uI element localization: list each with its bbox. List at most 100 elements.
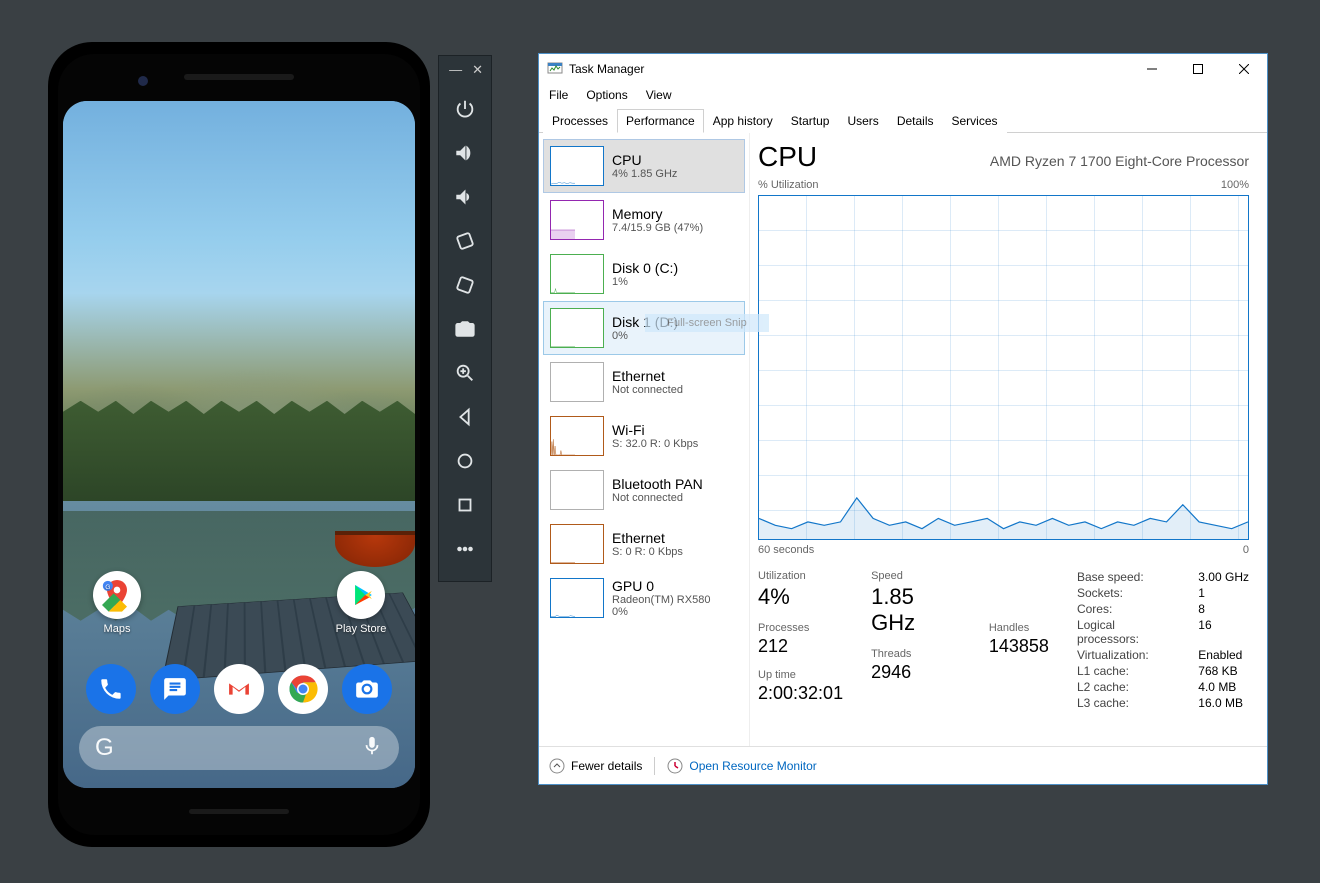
sidebar-item-wifi[interactable]: Wi-Fi S: 32.0 R: 0 Kbps [543,409,745,463]
google-g-icon: G [95,734,114,762]
close-button[interactable] [1221,54,1267,84]
speed-value: 1.85 GHz [871,584,961,636]
chrome-app-icon[interactable] [278,664,328,714]
cpu-model: AMD Ryzen 7 1700 Eight-Core Processor [990,153,1249,169]
zoom-button[interactable] [443,351,487,395]
open-resource-monitor-link[interactable]: Open Resource Monitor [667,758,816,774]
maximize-button[interactable] [1175,54,1221,84]
play-store-icon [337,571,385,619]
utilization-value: 4% [758,584,843,610]
separator [654,757,655,775]
menu-bar: File Options View [539,84,1267,108]
sidebar-item-name: Wi-Fi [612,422,698,438]
processes-value: 212 [758,636,843,657]
sidebar-item-name: Ethernet [612,368,683,384]
rotate-right-button[interactable] [443,263,487,307]
y-axis-max: 100% [1221,179,1249,191]
phone-screen[interactable]: 10:15 [63,101,415,788]
spacer [989,584,1049,610]
sidebar-item-sub: Not connected [612,492,703,504]
spec-key: L3 cache: [1077,696,1174,710]
speed-label: Speed [871,570,961,582]
app-label: Maps [104,623,131,635]
phone-app-icon[interactable] [86,664,136,714]
tab-details[interactable]: Details [888,109,943,133]
sidebar-item-bt[interactable]: Bluetooth PAN Not connected [543,463,745,517]
mic-icon[interactable] [361,735,383,762]
gmail-app-icon[interactable] [214,664,264,714]
app-play-store[interactable]: Play Store [329,571,393,635]
titlebar[interactable]: Task Manager [539,54,1267,84]
resource-monitor-label: Open Resource Monitor [689,759,816,773]
tab-app-history[interactable]: App history [704,109,782,133]
rotate-left-button[interactable] [443,219,487,263]
sidebar-item-mem[interactable]: Memory 7.4/15.9 GB (47%) [543,193,745,247]
google-search-bar[interactable]: G [79,726,399,770]
tab-processes[interactable]: Processes [543,109,617,133]
sidebar-item-sub: Not connected [612,384,683,396]
spec-value: 16 [1198,618,1249,646]
screenshot-button[interactable] [443,307,487,351]
menu-view[interactable]: View [646,88,672,102]
spec-value: 16.0 MB [1198,696,1249,710]
app-maps[interactable]: G Maps [85,571,149,635]
utilization-label: Utilization [758,570,843,582]
volume-up-button[interactable] [443,131,487,175]
home-app-row: G Maps Play Store [63,571,415,635]
close-icon[interactable]: ✕ [472,62,483,78]
messages-app-icon[interactable] [150,664,200,714]
back-button[interactable] [443,395,487,439]
cpu-utilization-chart[interactable] [758,195,1249,540]
eth-thumb-icon [550,362,604,402]
volume-down-button[interactable] [443,175,487,219]
phone-bottom-speaker-area [58,788,420,835]
wallpaper-forest [63,401,415,511]
spacer [989,570,1049,582]
tab-users[interactable]: Users [838,109,887,133]
snip-tooltip: Full-screen Snip [645,314,769,332]
spec-value: 3.00 GHz [1198,570,1249,584]
cpu-spec-table: Base speed:3.00 GHzSockets:1Cores:8Logic… [1077,570,1249,710]
sidebar-item-name: Disk 0 (C:) [612,260,678,276]
spec-value: Enabled [1198,648,1249,662]
spec-value: 8 [1198,602,1249,616]
home-button[interactable] [443,439,487,483]
sidebar-item-sub: 7.4/15.9 GB (47%) [612,222,703,234]
menu-file[interactable]: File [549,88,568,102]
app-tray [63,664,415,714]
sidebar-item-eth[interactable]: Ethernet Not connected [543,355,745,409]
fewer-details-button[interactable]: Fewer details [549,758,642,774]
x-axis-left: 60 seconds [758,544,814,556]
tab-bar: Processes Performance App history Startu… [539,108,1267,133]
sidebar-item-eth2[interactable]: Ethernet S: 0 R: 0 Kbps [543,517,745,571]
sidebar-item-sub: 4% 1.85 GHz [612,168,677,180]
minimize-button[interactable] [1129,54,1175,84]
minimize-icon[interactable]: — [449,62,462,78]
tab-startup[interactable]: Startup [782,109,839,133]
bt-thumb-icon [550,470,604,510]
fewer-details-label: Fewer details [571,759,642,773]
more-button[interactable] [443,527,487,571]
spec-key: L1 cache: [1077,664,1174,678]
camera-app-icon[interactable] [342,664,392,714]
x-axis-right: 0 [1243,544,1249,556]
phone-device-frame: 10:15 [48,42,430,847]
performance-sidebar: CPU 4% 1.85 GHz Memory 7.4/15.9 GB (47%)… [539,133,749,746]
spec-value: 1 [1198,586,1249,600]
sidebar-item-cpu[interactable]: CPU 4% 1.85 GHz [543,139,745,193]
spec-value: 768 KB [1198,664,1249,678]
sidebar-item-disk[interactable]: Disk 0 (C:) 1% [543,247,745,301]
emulator-titlebar: — ✕ [439,60,491,87]
menu-options[interactable]: Options [586,88,627,102]
threads-value: 2946 [871,662,961,683]
spec-key: Logical processors: [1077,618,1174,646]
power-button[interactable] [443,87,487,131]
processes-label: Processes [758,622,843,634]
spec-key: L2 cache: [1077,680,1174,694]
sidebar-item-gpu[interactable]: GPU 0 Radeon(TM) RX5800% [543,571,745,625]
svg-text:G: G [105,584,110,591]
tab-performance[interactable]: Performance [617,109,704,133]
overview-button[interactable] [443,483,487,527]
tab-services[interactable]: Services [943,109,1007,133]
threads-label: Threads [871,648,961,660]
